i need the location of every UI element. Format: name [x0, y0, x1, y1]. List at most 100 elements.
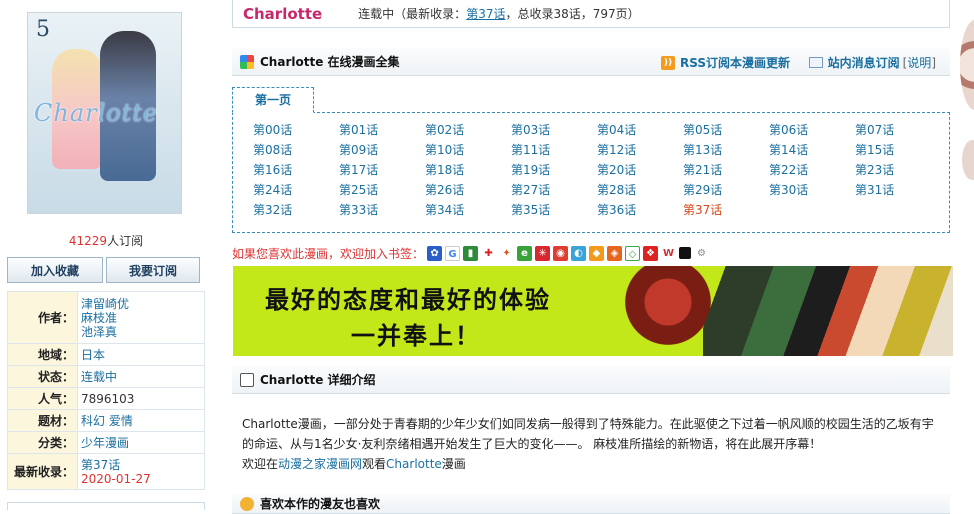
- chapter-link[interactable]: 第19话: [511, 163, 597, 177]
- explain-close: ]: [931, 56, 936, 70]
- details-header: Charlotte 详细介绍: [232, 366, 950, 394]
- category-link[interactable]: 少年漫画: [81, 436, 201, 450]
- info-table: 作者： 津留崎优 麻枝准 池泽真 地域： 日本 状态： 连载中 人气： 7896…: [7, 291, 205, 490]
- chapter-link[interactable]: 第20话: [597, 163, 683, 177]
- genre-link[interactable]: 科幻 爱情: [81, 414, 201, 428]
- chapter-link[interactable]: 第29话: [683, 183, 769, 197]
- chapter-link[interactable]: 第32话: [253, 203, 339, 217]
- chapter-link[interactable]: 第31话: [855, 183, 941, 197]
- title-bar: Charlotte 连载中（最新收录：第37话，总收录38话，797页）: [232, 0, 950, 28]
- cover-image[interactable]: 5 Charlotte: [27, 12, 182, 214]
- chapter-link[interactable]: 第25话: [339, 183, 425, 197]
- douban-bookmark-icon[interactable]: ✳: [535, 245, 551, 261]
- chapters-header: Charlotte 在线漫画全集 )) RSS订阅本漫画更新 站内消息订阅 [说…: [232, 48, 950, 76]
- chapter-link[interactable]: 第24话: [253, 183, 339, 197]
- plus-bookmark-icon[interactable]: ✚: [481, 245, 497, 261]
- subscribe-button[interactable]: 我要订阅: [106, 257, 200, 283]
- banner-line-2: 一并奉上！: [351, 322, 481, 350]
- chapter-link[interactable]: 第15话: [855, 143, 941, 157]
- red-bookmark-icon[interactable]: ❖: [643, 245, 659, 261]
- chapter-link[interactable]: 第34话: [425, 203, 511, 217]
- google-bookmark-icon[interactable]: G: [445, 245, 461, 261]
- popularity-label: 人气：: [7, 387, 78, 410]
- chapter-link[interactable]: 第06话: [769, 123, 855, 137]
- category-label: 分类：: [7, 431, 78, 454]
- orange-bookmark-icon[interactable]: ◈: [607, 245, 623, 261]
- author-link-3[interactable]: 池泽真: [81, 325, 201, 339]
- chapter-link[interactable]: 第08话: [253, 143, 339, 157]
- explain-link[interactable]: 说明: [907, 56, 931, 70]
- chapter-link[interactable]: 第23话: [855, 163, 941, 177]
- chapter-link[interactable]: 第12话: [597, 143, 683, 157]
- chapter-link[interactable]: 第02话: [425, 123, 511, 137]
- chapter-link[interactable]: 第11话: [511, 143, 597, 157]
- author-label: 作者：: [7, 291, 78, 344]
- latest-date: 2020-01-27: [81, 471, 151, 486]
- chapter-link[interactable]: 第26话: [425, 183, 511, 197]
- chapter-link[interactable]: 第28话: [597, 183, 683, 197]
- qq-bookmark-icon[interactable]: ▮: [463, 245, 479, 261]
- chapter-link[interactable]: 第01话: [339, 123, 425, 137]
- chapter-link[interactable]: 第04话: [597, 123, 683, 137]
- author-link-1[interactable]: 津留崎优: [81, 297, 201, 311]
- popularity-value: 7896103: [81, 391, 135, 406]
- recommend-title: 喜欢本作的漫友也喜欢: [260, 497, 381, 511]
- latest-chapter-link[interactable]: 第37话: [81, 458, 201, 472]
- star-bookmark-icon[interactable]: ✦: [499, 245, 515, 261]
- chapter-link[interactable]: 第37话: [683, 203, 769, 217]
- description-paragraph-2: 欢迎在动漫之家漫画网观看Charlotte漫画: [242, 454, 942, 474]
- add-favorite-button[interactable]: 加入收藏: [7, 257, 103, 283]
- chapter-link[interactable]: 第27话: [511, 183, 597, 197]
- chapter-link[interactable]: 第05话: [683, 123, 769, 137]
- weibo-bookmark-icon[interactable]: ◉: [553, 245, 569, 261]
- tab-page-1[interactable]: 第一页: [232, 87, 314, 113]
- rss-subscribe-link[interactable]: )) RSS订阅本漫画更新: [661, 54, 790, 71]
- desc-text: 漫画，一部分处于青春期的少年少女们如同发病一般得到了特殊能力。在此驱使之下过着一…: [242, 417, 934, 451]
- chapter-link[interactable]: 第35话: [511, 203, 597, 217]
- chapter-link[interactable]: 第36话: [597, 203, 683, 217]
- renren-bookmark-icon[interactable]: ◐: [571, 245, 587, 261]
- chapter-link[interactable]: 第30话: [769, 183, 855, 197]
- chapter-link[interactable]: 第00话: [253, 123, 339, 137]
- chapter-link[interactable]: 第21话: [683, 163, 769, 177]
- right-decoration: [958, 0, 974, 509]
- chapter-link[interactable]: 第13话: [683, 143, 769, 157]
- region-link[interactable]: 日本: [81, 348, 201, 362]
- desc-welcome-mid: 观看: [362, 457, 387, 471]
- site-link[interactable]: 动漫之家漫画网: [278, 457, 362, 471]
- share-more-icon[interactable]: ⚙: [694, 245, 710, 261]
- chapter-link[interactable]: 第14话: [769, 143, 855, 157]
- leaf-bookmark-icon[interactable]: ◇: [625, 245, 641, 261]
- desc-comic-link[interactable]: Charlotte: [386, 457, 442, 471]
- delicious-bookmark-icon[interactable]: [679, 247, 692, 259]
- chapter-link[interactable]: 第17话: [339, 163, 425, 177]
- mail-icon: [808, 57, 823, 68]
- chapter-link[interactable]: 第33话: [339, 203, 425, 217]
- chapter-link[interactable]: 第18话: [425, 163, 511, 177]
- latest-chapter-top-link[interactable]: 第37话: [466, 7, 505, 21]
- kaixin-bookmark-icon[interactable]: ◆: [589, 245, 605, 261]
- genre-label: 题材：: [7, 409, 78, 432]
- cover-logo: Charlotte: [34, 99, 159, 127]
- e-bookmark-icon[interactable]: e: [517, 245, 533, 261]
- chapter-link[interactable]: 第16话: [253, 163, 339, 177]
- chapter-link[interactable]: 第10话: [425, 143, 511, 157]
- like-icon: [240, 496, 254, 511]
- w-bookmark-icon[interactable]: W: [661, 245, 677, 261]
- status-suffix: ，总收录38话，797页）: [505, 7, 640, 21]
- chapter-link[interactable]: 第03话: [511, 123, 597, 137]
- chapter-link[interactable]: 第07话: [855, 123, 941, 137]
- baidu-bookmark-icon[interactable]: ✿: [427, 245, 443, 261]
- ad-banner[interactable]: 最好的态度和最好的体验 一并奉上！: [233, 266, 953, 356]
- chapter-link[interactable]: 第09话: [339, 143, 425, 157]
- comic-collection-icon: [240, 54, 254, 69]
- author-link-2[interactable]: 麻枝准: [81, 311, 201, 325]
- rss-icon: )): [661, 55, 675, 70]
- status-link[interactable]: 连载中: [81, 370, 201, 384]
- message-subscribe-link[interactable]: 站内消息订阅: [828, 54, 900, 71]
- chapter-list: 第00话 第01话 第02话 第03话 第04话 第05话 第06话 第07话第08话 第09话…: [232, 112, 950, 233]
- latest-label: 最新收录：: [7, 453, 78, 490]
- comic-title: Charlotte: [243, 4, 323, 23]
- chapter-link[interactable]: 第22话: [769, 163, 855, 177]
- banner-artwork-characters: [703, 266, 953, 356]
